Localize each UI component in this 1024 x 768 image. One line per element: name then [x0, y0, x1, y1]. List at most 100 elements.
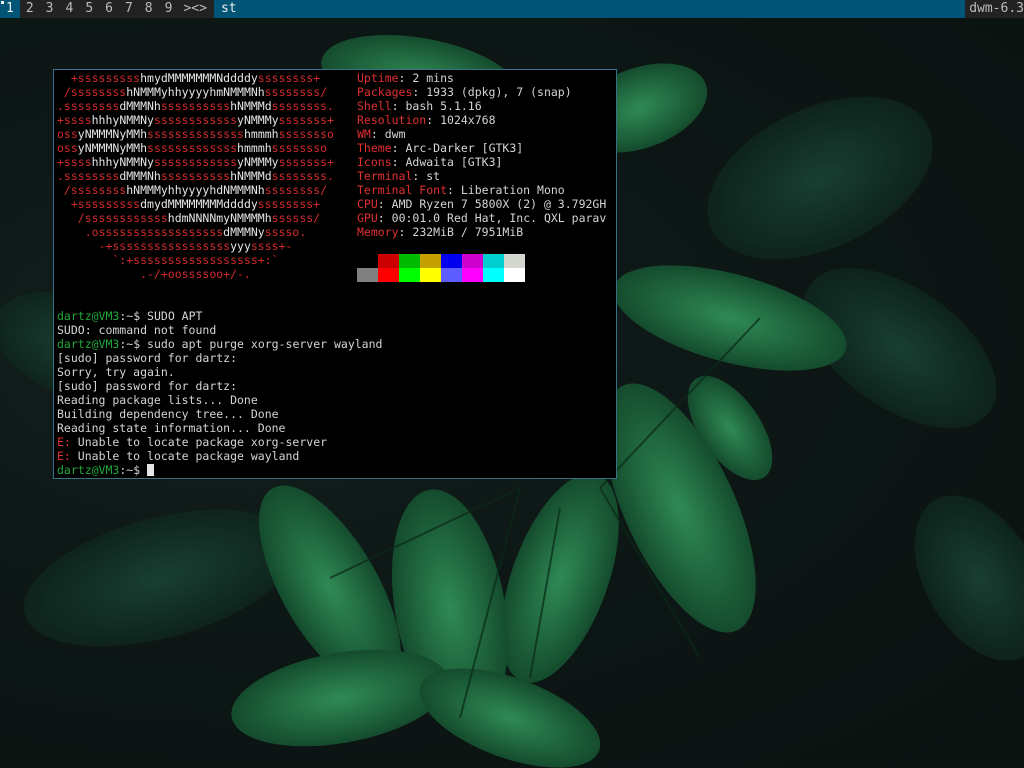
system-info: Uptime: 2 mins Packages: 1933 (dpkg), 7 (… — [357, 71, 606, 239]
tag-1[interactable]: 1 — [0, 0, 20, 18]
logo-line: .ssssssssdMMMNhsssssssssshNMMMdssssssss. — [57, 99, 334, 113]
logo-line: +sssssssssdmydMMMMMMMMddddyssssssss+ — [57, 197, 321, 211]
output-line: [sudo] password for dartz: — [57, 379, 238, 393]
output-line: SUDO: command not found — [57, 323, 217, 337]
info-theme: Theme: Arc-Darker [GTK3] — [357, 141, 524, 155]
info-shell: Shell: bash 5.1.16 — [357, 99, 482, 113]
shell-output[interactable]: dartz@VM3:~$ SUDO APT SUDO: command not f… — [57, 309, 382, 477]
color-swatch — [378, 254, 399, 268]
layout-indicator[interactable]: ><> — [178, 0, 213, 18]
color-swatch — [441, 268, 462, 282]
logo-line: /sssssssssssshdmNNNNmyNMMMMhssssss/ — [57, 211, 321, 225]
color-swatch — [420, 268, 441, 282]
color-swatch — [504, 254, 525, 268]
prompt-line: dartz@VM3:~$ — [57, 463, 382, 477]
tag-3[interactable]: 3 — [40, 0, 60, 18]
info-cpu: CPU: AMD Ryzen 7 5800X (2) @ 3.792GH — [357, 197, 607, 211]
color-swatch — [441, 254, 462, 268]
info-value: Arc-Darker [GTK3] — [405, 141, 524, 155]
prompt-path: ~ — [126, 463, 134, 477]
palette-row-dark — [357, 254, 525, 268]
prompt-path: ~ — [126, 337, 134, 351]
color-swatch — [462, 268, 483, 282]
info-terminal: Terminal: st — [357, 169, 441, 183]
logo-line: /sssssssshNMMMyhhyyyyhdNMMMNhssssssss/ — [57, 183, 328, 197]
output-line: Sorry, try again. — [57, 365, 175, 379]
info-value: 232MiB / 7951MiB — [412, 225, 524, 239]
error-line: E: Unable to locate package xorg-server — [57, 435, 382, 449]
logo-line: `:+ssssssssssssssssss+:` — [57, 253, 279, 267]
info-memory: Memory: 232MiB / 7951MiB — [357, 225, 524, 239]
info-key: Shell — [357, 99, 392, 113]
logo-line: .ossssssssssssssssssdMMMNysssso. — [57, 225, 307, 239]
info-value: 1024x768 — [440, 113, 496, 127]
info-value: dwm — [384, 127, 406, 141]
error-text: Unable to locate package wayland — [77, 449, 300, 463]
error-prefix: E: — [57, 435, 71, 449]
info-value: 1933 (dpkg), 7 (snap) — [426, 85, 572, 99]
info-value: Liberation Mono — [460, 183, 565, 197]
command-text: SUDO APT — [147, 309, 203, 323]
palette-row-bright — [357, 268, 525, 282]
color-palette — [357, 254, 525, 282]
color-swatch — [462, 254, 483, 268]
color-swatch — [357, 254, 378, 268]
info-key: Resolution — [357, 113, 427, 127]
logo-line: /sssssssshNMMMyhhyyyyhmNMMMNhssssssss/ — [57, 85, 328, 99]
info-value: st — [426, 169, 441, 183]
prompt-line: dartz@VM3:~$ SUDO APT — [57, 309, 203, 323]
info-key: GPU — [357, 211, 378, 225]
color-swatch — [357, 268, 378, 282]
prompt-user: dartz@VM3 — [57, 463, 120, 477]
info-value: bash 5.1.16 — [405, 99, 482, 113]
tag-7[interactable]: 7 — [119, 0, 139, 18]
error-prefix: E: — [57, 449, 71, 463]
error-line: E: Unable to locate package wayland — [57, 449, 382, 463]
logo-line: +ssssssssshmydMMMMMMMNddddyssssssss+ — [57, 71, 321, 85]
info-packages: Packages: 1933 (dpkg), 7 (snap) — [357, 85, 572, 99]
color-swatch — [399, 254, 420, 268]
logo-line: ossyNMMMNyMMhssssssssssssshmmmhssssssso — [57, 141, 328, 155]
command-text: sudo apt purge xorg-server wayland — [147, 337, 383, 351]
info-gpu: GPU: 00:01.0 Red Hat, Inc. QXL parav — [357, 211, 607, 225]
info-resolution: Resolution: 1024x768 — [357, 113, 496, 127]
tag-8[interactable]: 8 — [139, 0, 159, 18]
info-uptime: Uptime: 2 mins — [357, 71, 454, 85]
info-key: CPU — [357, 197, 378, 211]
info-value: Adwaita [GTK3] — [405, 155, 503, 169]
prompt-user: dartz@VM3 — [57, 309, 120, 323]
prompt-path: ~ — [126, 309, 134, 323]
tag-6[interactable]: 6 — [99, 0, 119, 18]
info-value: AMD Ryzen 7 5800X (2) @ 3.792GH — [391, 197, 607, 211]
tag-5[interactable]: 5 — [79, 0, 99, 18]
color-swatch — [378, 268, 399, 282]
tag-2[interactable]: 2 — [20, 0, 40, 18]
dwm-bar: 123456789 ><> st dwm-6.3 — [0, 0, 1024, 18]
logo-line: ossyNMMMNyMMhsssssssssssssshmmmhssssssso — [57, 127, 334, 141]
status-text: dwm-6.3 — [969, 1, 1024, 16]
info-key: Uptime — [357, 71, 399, 85]
info-wm: WM: dwm — [357, 127, 406, 141]
output-line: Reading state information... Done — [57, 421, 286, 435]
tag-9[interactable]: 9 — [159, 0, 179, 18]
color-swatch — [483, 254, 504, 268]
logo-line: +sssshhhyNMMNyssssssssssssyNMMMysssssss+ — [57, 155, 334, 169]
output-line: Reading package lists... Done — [57, 393, 258, 407]
info-icons: Icons: Adwaita [GTK3] — [357, 155, 503, 169]
color-swatch — [504, 268, 525, 282]
distro-logo: +ssssssssshmydMMMMMMMNddddyssssssss+ /ss… — [57, 71, 334, 281]
window-title: st — [213, 0, 966, 18]
logo-line: -+sssssssssssssssssyyyssss+- — [57, 239, 293, 253]
tag-list: 123456789 — [0, 0, 178, 18]
info-key: Icons — [357, 155, 392, 169]
tag-4[interactable]: 4 — [59, 0, 79, 18]
color-swatch — [420, 254, 441, 268]
terminal-cursor[interactable] — [147, 464, 155, 476]
logo-line: .ssssssssdMMMNhsssssssssshNMMMdssssssss. — [57, 169, 334, 183]
output-line: [sudo] password for dartz: — [57, 351, 238, 365]
info-key: Terminal Font — [357, 183, 448, 197]
error-text: Unable to locate package xorg-server — [77, 435, 328, 449]
terminal-window[interactable]: +ssssssssshmydMMMMMMMNddddyssssssss+ /ss… — [53, 69, 617, 479]
info-key: Packages — [357, 85, 413, 99]
info-key: Theme — [357, 141, 392, 155]
